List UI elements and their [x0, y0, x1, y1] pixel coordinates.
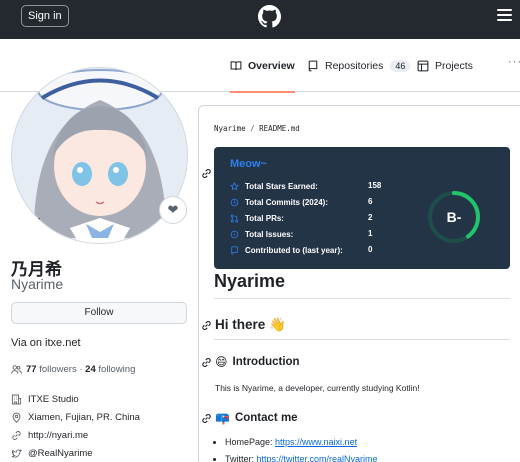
- stat-row-prs: Total PRs:: [230, 211, 284, 225]
- twitter-icon: [11, 448, 22, 457]
- grade-text: B-: [447, 209, 462, 225]
- organization-icon: [11, 394, 22, 404]
- sign-in-button[interactable]: Sign in: [21, 5, 69, 27]
- contact-list: HomePage: https://www.naixi.net Twitter:…: [225, 437, 378, 462]
- stat-value-stars: 158: [368, 181, 382, 190]
- tab-label: Overview: [248, 60, 295, 72]
- detail-text: ITXE Studio: [28, 393, 79, 405]
- profile-bio: Via on itxe.net: [11, 337, 81, 349]
- anchor-link-icon[interactable]: [201, 413, 212, 424]
- site-header: Sign in: [0, 0, 520, 39]
- readme-path-separator: /: [250, 124, 255, 133]
- location-icon: [12, 412, 21, 423]
- readme-heading-1: Nyarime: [214, 271, 286, 291]
- link-icon: [12, 430, 21, 440]
- twitter-link[interactable]: https://twitter.com/realNyarime: [257, 454, 378, 462]
- follow-stats: 77 followers · 24 following: [11, 364, 135, 375]
- issue-icon: [230, 230, 239, 238]
- followers-label: followers: [39, 364, 77, 375]
- mailbox-emoji-icon: 📪: [215, 411, 230, 425]
- anchor-link-icon[interactable]: [201, 320, 212, 331]
- readme-path-user[interactable]: Nyarime: [214, 124, 246, 133]
- detail-location: Xiamen, Fujian, PR. China: [11, 408, 140, 426]
- detail-twitter[interactable]: @RealNyarime: [11, 444, 140, 462]
- heading-divider: [214, 339, 510, 340]
- wave-emoji-icon: 👋: [269, 317, 286, 332]
- repo-icon: [231, 245, 238, 255]
- status-emoji-icon[interactable]: ❤: [159, 196, 187, 224]
- detail-website[interactable]: http://nyari.me: [11, 426, 140, 444]
- history-icon: [230, 198, 239, 206]
- star-icon: [230, 181, 239, 190]
- pull-request-icon: [230, 214, 239, 222]
- heading-text: Introduction: [232, 356, 300, 368]
- tab-overview[interactable]: Overview: [230, 40, 295, 93]
- stat-row-contributed: Contributed to (last year):: [230, 243, 343, 257]
- more-options-icon[interactable]: ···: [508, 56, 520, 68]
- stat-label: Total PRs:: [245, 213, 284, 223]
- stat-value-prs: 2: [368, 213, 373, 222]
- detail-text[interactable]: http://nyari.me: [28, 430, 88, 441]
- hamburger-menu-icon[interactable]: [497, 9, 512, 22]
- stat-label: Total Commits (2024):: [245, 197, 328, 207]
- following-label: following: [98, 364, 136, 375]
- list-item: Twitter: https://twitter.com/realNyarime: [225, 454, 378, 462]
- tab-label: Repositories: [325, 60, 384, 72]
- detail-text: Xiamen, Fujian, PR. China: [28, 411, 140, 423]
- readme-path: Nyarime / README.md: [214, 124, 300, 133]
- intro-paragraph: This is Nyarime, a developer, currently …: [215, 383, 420, 393]
- stat-value-issues: 1: [368, 229, 373, 238]
- stat-row-commits: Total Commits (2024):: [230, 195, 328, 209]
- following-link[interactable]: 24 following: [85, 364, 135, 375]
- github-mark-icon[interactable]: [258, 5, 281, 28]
- smile-emoji-icon: 😄: [215, 355, 228, 369]
- readme-heading-introduction: 😄 Introduction: [215, 355, 300, 369]
- followers-link[interactable]: 77 followers: [26, 364, 77, 375]
- tab-repositories[interactable]: Repositories 46: [307, 40, 411, 92]
- anchor-link-icon[interactable]: [201, 168, 212, 179]
- tab-label: Projects: [435, 60, 473, 72]
- readme-heading-2: Hi there 👋: [215, 317, 286, 333]
- stat-row-issues: Total Issues:: [230, 227, 293, 241]
- stat-label: Contributed to (last year):: [245, 245, 343, 255]
- grade-ring: B-: [428, 191, 480, 243]
- followers-count: 77: [26, 364, 37, 375]
- profile-username: Nyarime: [11, 276, 64, 292]
- repo-icon: [308, 60, 318, 72]
- follow-button[interactable]: Follow: [11, 302, 187, 324]
- github-stats-card[interactable]: Meow~ Total Stars Earned: 158 Total Comm…: [214, 147, 510, 269]
- people-icon: [11, 365, 22, 374]
- profile-details: ITXE Studio Xiamen, Fujian, PR. China ht…: [11, 390, 140, 462]
- heading-text: Contact me: [234, 412, 298, 424]
- stat-row-stars: Total Stars Earned:: [230, 179, 318, 193]
- tab-projects[interactable]: Projects: [417, 40, 473, 92]
- table-icon: [417, 60, 429, 72]
- contact-label: Twitter:: [225, 454, 257, 462]
- stat-label: Total Issues:: [245, 229, 294, 239]
- follow-separator: ·: [79, 364, 83, 375]
- homepage-link[interactable]: https://www.naixi.net: [275, 437, 357, 447]
- list-item: HomePage: https://www.naixi.net: [225, 437, 378, 447]
- stats-title: Meow~: [230, 158, 267, 170]
- heading-text: Hi there: [215, 317, 266, 332]
- stat-value-commits: 6: [368, 197, 373, 206]
- following-count: 24: [85, 364, 96, 375]
- readme-heading-contact: 📪 Contact me: [215, 411, 298, 425]
- stat-label: Total Stars Earned:: [245, 181, 318, 191]
- stat-value-contributed: 0: [368, 245, 373, 254]
- detail-organization: ITXE Studio: [11, 390, 140, 408]
- anchor-link-icon[interactable]: [201, 357, 212, 368]
- book-icon: [230, 61, 242, 71]
- contact-label: HomePage:: [225, 437, 276, 447]
- readme-path-file[interactable]: README.md: [259, 124, 300, 133]
- heading-divider: [214, 298, 510, 299]
- repo-count-badge: 46: [390, 60, 411, 72]
- detail-text[interactable]: @RealNyarime: [28, 448, 93, 459]
